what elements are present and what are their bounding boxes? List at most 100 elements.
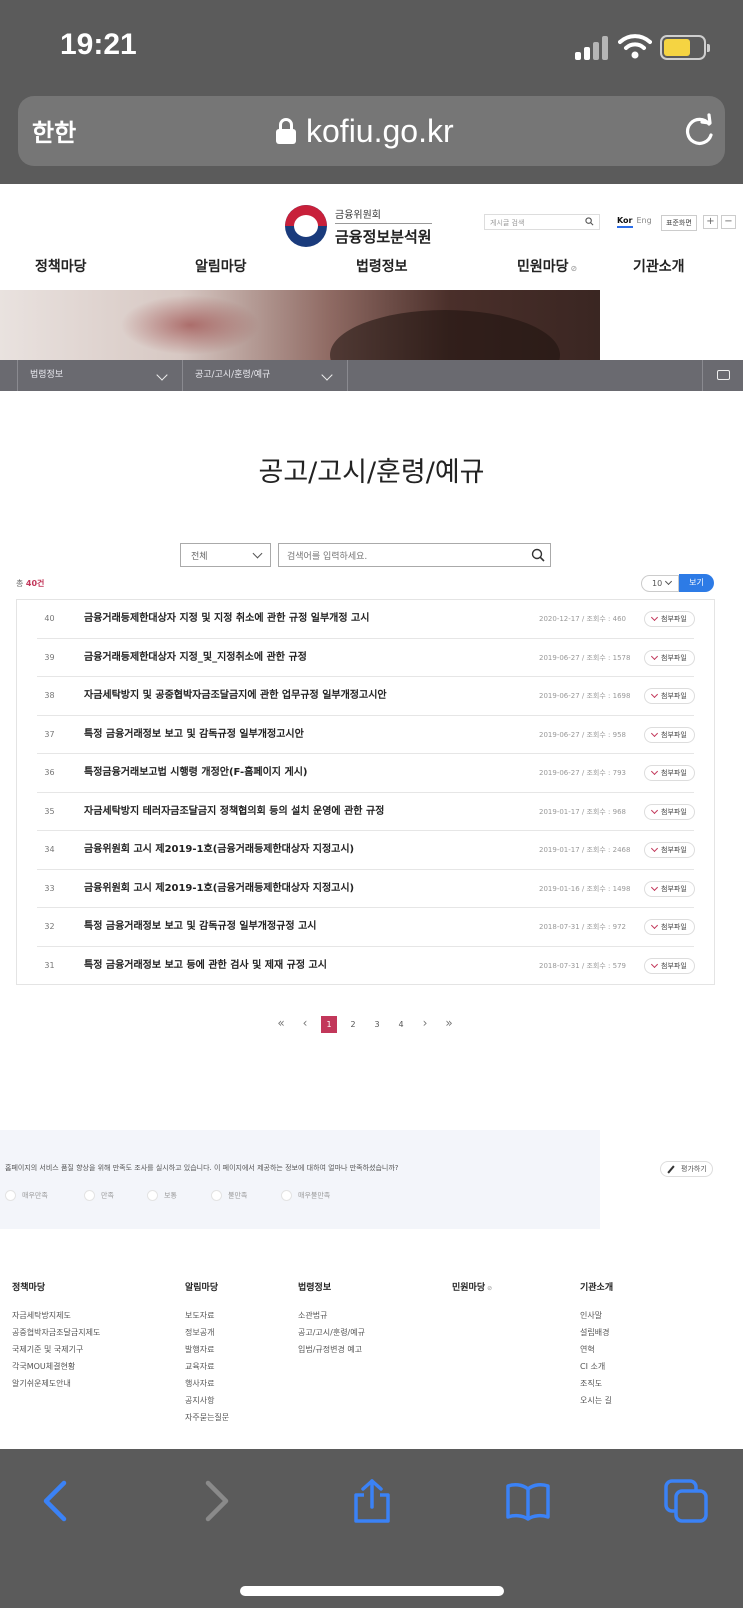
survey-option-neutral[interactable]: 보통 [147,1190,177,1201]
list-item[interactable]: 37 특정 금융거래정보 보고 및 감독규정 일부개정고시안 2019-06-2… [37,716,695,754]
footer-link[interactable]: 자주묻는질문 [185,1409,229,1426]
footer-link[interactable]: 설립배경 [580,1324,613,1341]
footer-heading[interactable]: 법령정보 [298,1280,365,1293]
share-icon[interactable] [350,1479,394,1523]
gnb-item-law[interactable]: 법령정보 [356,256,408,276]
list-item[interactable]: 31 특정 금융거래정보 보고 등에 관한 검사 및 제재 규정 고시 2018… [37,947,695,986]
attachment-button[interactable]: 첨부파일 [644,649,695,666]
footer-link[interactable]: 소관법규 [298,1307,365,1324]
zoom-in-button[interactable]: + [703,215,718,229]
next-page-button[interactable]: › [417,1016,433,1033]
search-category-select[interactable]: 전체 [180,543,271,567]
footer-link[interactable]: 공지사항 [185,1392,229,1409]
gnb-item-policy[interactable]: 정책마당 [35,256,87,276]
prev-page-button[interactable]: ‹ [297,1016,313,1033]
post-title[interactable]: 금융위원회 고시 제2019-1호(금융거래등제한대상자 지정고시) [84,870,354,908]
footer-link[interactable]: 공중협박자금조달금지제도 [12,1324,100,1341]
breadcrumb-level1[interactable]: 법령정보 [18,360,183,391]
post-title[interactable]: 금융거래등제한대상자 지정 및 지정 취소에 관한 규정 일부개정 고시 [84,600,369,638]
site-logo[interactable]: 금융위원회 금융정보분석원 [285,205,432,247]
attachment-button[interactable]: 첨부파일 [644,957,695,974]
attachment-button[interactable]: 첨부파일 [644,919,695,935]
url-text[interactable]: kofiu.go.kr [306,113,454,150]
survey-option-very-satisfied[interactable]: 매우만족 [5,1190,48,1201]
attachment-button[interactable]: 첨부파일 [644,803,695,820]
footer-link[interactable]: 발행자료 [185,1341,229,1358]
footer-link[interactable]: 인사말 [580,1307,613,1324]
lang-kor[interactable]: Kor [617,216,633,228]
post-title[interactable]: 특정금융거래보고법 시행령 개정안(F-홈페이지 게시) [84,754,307,792]
footer-link[interactable]: 정보공개 [185,1324,229,1341]
rate-button[interactable]: 평가하기 [660,1161,713,1177]
page-button-2[interactable]: 2 [345,1016,361,1033]
footer-link[interactable]: 교육자료 [185,1358,229,1375]
footer-heading[interactable]: 알림마당 [185,1280,229,1293]
first-page-button[interactable]: « [273,1016,289,1033]
post-title[interactable]: 특정 금융거래정보 보고 및 감독규정 일부개정규정 고시 [84,908,317,946]
radio-button[interactable] [281,1190,292,1201]
list-item[interactable]: 39 금융거래등제한대상자 지정_및_지정취소에 관한 규정 2019-06-2… [37,639,695,677]
footer-link[interactable]: 보도자료 [185,1307,229,1324]
footer-heading[interactable]: 기관소개 [580,1280,613,1293]
post-title[interactable]: 특정 금융거래정보 보고 등에 관한 검사 및 제재 규정 고시 [84,947,327,985]
attachment-button[interactable]: 첨부파일 [644,611,695,627]
list-item[interactable]: 33 금융위원회 고시 제2019-1호(금융거래등제한대상자 지정고시) 20… [37,870,695,908]
back-icon[interactable] [34,1479,78,1523]
post-title[interactable]: 자금세탁방지 테러자금조달금지 정책협의회 등의 설치 운영에 관한 규정 [84,793,384,831]
footer-link[interactable]: 알기쉬운제도안내 [12,1375,100,1392]
attachment-button[interactable]: 첨부파일 [644,842,695,858]
footer-link[interactable]: 각국MOU체결현황 [12,1358,100,1375]
bookmarks-icon[interactable] [506,1479,550,1523]
search-icon[interactable] [531,548,545,562]
page-button-3[interactable]: 3 [369,1016,385,1033]
standard-screen-button[interactable]: 표준화면 [661,215,697,231]
survey-option-dissatisfied[interactable]: 불만족 [211,1190,247,1201]
attachment-button[interactable]: 첨부파일 [644,880,695,897]
tabs-icon[interactable] [664,1479,708,1523]
list-item[interactable]: 36 특정금융거래보고법 시행령 개정안(F-홈페이지 게시) 2019-06-… [37,754,695,793]
footer-heading[interactable]: 민원마당 ⊘ [452,1280,492,1293]
footer-link[interactable]: 공고/고시/훈령/예규 [298,1324,365,1341]
survey-option-very-dissatisfied[interactable]: 매우불만족 [281,1190,330,1201]
page-button-1[interactable]: 1 [321,1016,337,1033]
footer-link[interactable]: 연혁 [580,1341,613,1358]
search-icon[interactable] [585,217,594,226]
view-button[interactable]: 보기 [679,574,714,592]
footer-link[interactable]: 국제기준 및 국제기구 [12,1341,100,1358]
list-item[interactable]: 38 자금세탁방지 및 공중협박자금조달금지에 관한 업무규정 일부개정고시안 … [37,677,695,716]
search-input[interactable] [279,546,509,568]
reader-options-button[interactable]: 한한 [32,113,76,148]
address-bar[interactable]: 한한 kofiu.go.kr [18,96,725,166]
post-title[interactable]: 자금세탁방지 및 공중협박자금조달금지에 관한 업무규정 일부개정고시안 [84,677,387,715]
footer-heading[interactable]: 정책마당 [12,1280,100,1293]
post-title[interactable]: 금융위원회 고시 제2019-1호(금융거래등제한대상자 지정고시) [84,831,354,869]
radio-button[interactable] [147,1190,158,1201]
list-item[interactable]: 32 특정 금융거래정보 보고 및 감독규정 일부개정규정 고시 2018-07… [37,908,695,947]
footer-link[interactable]: CI 소개 [580,1358,613,1375]
list-item[interactable]: 40 금융거래등제한대상자 지정 및 지정 취소에 관한 규정 일부개정 고시 … [37,600,695,639]
footer-link[interactable]: 입법/규정변경 예고 [298,1341,365,1358]
page-button-4[interactable]: 4 [393,1016,409,1033]
radio-button[interactable] [84,1190,95,1201]
footer-link[interactable]: 오시는 길 [580,1392,613,1409]
breadcrumb-level2[interactable]: 공고/고시/훈령/예규 [183,360,348,391]
footer-link[interactable]: 자금세탁방지제도 [12,1307,100,1324]
lang-eng[interactable]: Eng [637,216,652,225]
attachment-button[interactable]: 첨부파일 [644,765,695,781]
header-search-input[interactable]: 게시글 검색 [484,214,600,230]
zoom-out-button[interactable]: − [721,215,736,229]
gnb-item-notice[interactable]: 알림마당 [195,256,247,276]
print-button[interactable] [702,360,743,391]
post-title[interactable]: 금융거래등제한대상자 지정_및_지정취소에 관한 규정 [84,639,307,677]
gnb-item-about[interactable]: 기관소개 [633,256,685,276]
forward-icon[interactable] [194,1479,238,1523]
per-page-select[interactable]: 10 [641,575,679,592]
radio-button[interactable] [5,1190,16,1201]
post-title[interactable]: 특정 금융거래정보 보고 및 감독규정 일부개정고시안 [84,716,304,754]
list-item[interactable]: 35 자금세탁방지 테러자금조달금지 정책협의회 등의 설치 운영에 관한 규정… [37,793,695,831]
survey-option-satisfied[interactable]: 만족 [84,1190,114,1201]
footer-link[interactable]: 조직도 [580,1375,613,1392]
breadcrumb-home[interactable] [0,360,18,391]
footer-link[interactable]: 행사자료 [185,1375,229,1392]
last-page-button[interactable]: » [441,1016,457,1033]
